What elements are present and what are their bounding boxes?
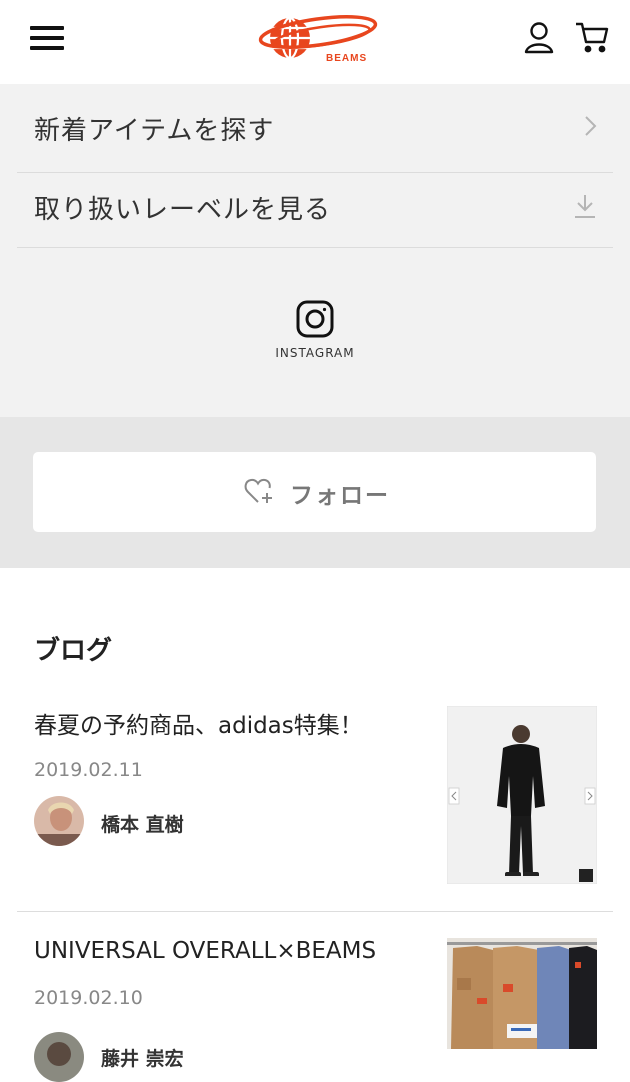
chevron-right-icon: [585, 116, 597, 136]
user-icon[interactable]: [522, 20, 556, 54]
instagram-icon: [296, 300, 334, 338]
author-avatar: [34, 796, 84, 846]
menu-item-labels[interactable]: 取り扱いレーベルを見る: [17, 159, 613, 248]
hamburger-menu-icon[interactable]: [30, 26, 64, 50]
blog-heading: ブログ: [34, 636, 113, 666]
blog-post[interactable]: 春夏の予約商品、adidas特集！ 2019.02.11 橋本 直樹: [17, 706, 613, 886]
follow-label: フォロー: [290, 483, 390, 509]
cart-icon[interactable]: [574, 20, 610, 54]
blog-post-date: 2019.02.11: [34, 759, 143, 781]
blog-post[interactable]: UNIVERSAL OVERALL×BEAMS 2019.02.10 藤井 崇宏: [17, 938, 613, 1082]
heart-plus-icon: [244, 478, 272, 503]
blog-post-title[interactable]: 春夏の予約商品、adidas特集！: [34, 706, 363, 740]
blog-post-date: 2019.02.10: [34, 987, 143, 1009]
follow-section: フォロー: [0, 417, 630, 568]
follow-button[interactable]: フォロー: [33, 452, 596, 532]
logo-text: BEAMS: [326, 53, 367, 64]
instagram-link[interactable]: INSTAGRAM: [265, 300, 365, 370]
site-header: BEAMS: [0, 0, 630, 84]
beams-logo[interactable]: BEAMS: [252, 8, 380, 68]
instagram-label: INSTAGRAM: [275, 346, 355, 360]
author-name[interactable]: 藤井 崇宏: [101, 1044, 184, 1071]
download-arrow-icon: [575, 195, 595, 218]
menu-item-label: 取り扱いレーベルを見る: [34, 195, 332, 225]
blog-post-image[interactable]: [447, 706, 597, 884]
post-divider: [17, 911, 613, 912]
blog-post-image[interactable]: [447, 938, 597, 1049]
author-name[interactable]: 橋本 直樹: [101, 810, 184, 837]
menu-section: 新着アイテムを探す 取り扱いレーベルを見る INSTAGRAM: [0, 84, 630, 417]
blog-post-title[interactable]: UNIVERSAL OVERALL×BEAMS: [34, 938, 376, 964]
menu-item-label: 新着アイテムを探す: [34, 116, 275, 146]
author-avatar: [34, 1032, 84, 1082]
